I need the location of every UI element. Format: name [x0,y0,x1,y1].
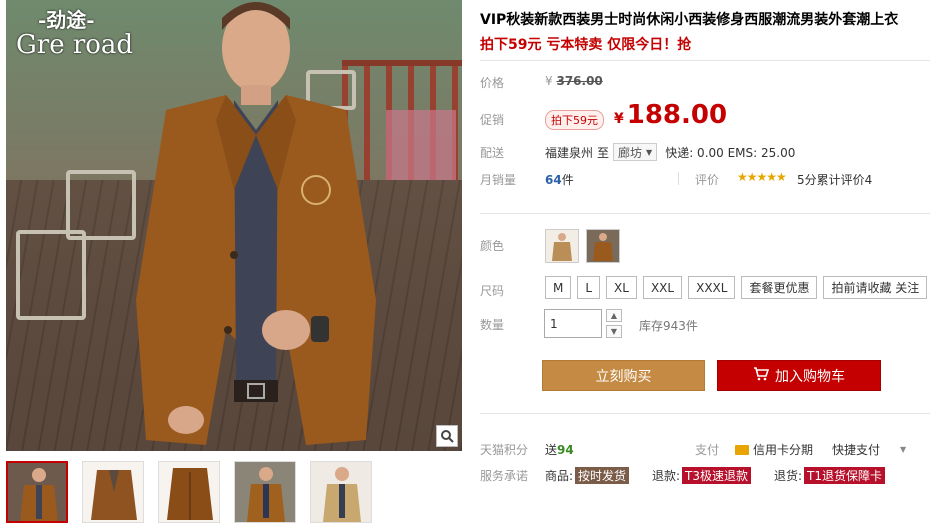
size-option[interactable]: 拍前请收藏 关注 [823,276,928,299]
brand-logo: -劲途- Gre road [16,8,134,60]
credit-card-installment[interactable]: 信用卡分期 [735,441,813,458]
main-product-image[interactable]: -劲途- Gre road [6,0,462,451]
rating-label: 评价 [695,173,720,187]
shipping-info: 福建泉州 至 廊坊 ▼ 快递: 0.00 EMS: 25.00 [545,143,795,161]
chevron-down-icon: ▼ [900,445,907,454]
size-options: M L XL XXL XXXL 套餐更优惠 拍前请收藏 关注 [545,276,928,299]
thumbnail-5[interactable] [310,461,372,523]
cart-icon [753,366,770,385]
payment-label: 支付 [695,443,720,457]
decrement-button[interactable]: ▼ [606,325,622,338]
thumbnail-1[interactable] [6,461,68,523]
promo-badge: 拍下59元 [545,110,604,130]
chevron-down-icon: ▼ [646,147,653,157]
product-title: VIP秋装新款西装男士时尚休闲小西装修身西服潮流男装外套潮上衣 [480,12,899,28]
buy-now-button[interactable]: 立刻购买 [542,360,705,391]
magnifier-icon[interactable] [436,425,458,447]
points-label: 天猫积分 [480,443,529,457]
increment-button[interactable]: ▲ [606,309,622,322]
rating-summary[interactable]: 5分累计评价4 [797,171,872,188]
model-figure [136,2,376,445]
size-option[interactable]: XL [606,276,637,299]
thumbnail-4[interactable] [234,461,296,523]
points-value: 送94 [545,443,574,457]
shipping-label: 配送 [480,146,505,160]
size-option[interactable]: XXL [642,276,683,299]
credit-card-icon [735,444,749,455]
add-to-cart-button[interactable]: 加入购物车 [717,360,881,391]
size-option[interactable]: XXXL [688,276,736,299]
stock-count: 库存943件 [639,319,698,333]
color-label: 颜色 [480,239,505,253]
monthly-sales: 64件 [545,173,574,187]
quantity-label: 数量 [480,318,505,332]
price-label: 价格 [480,76,505,90]
quantity-input[interactable] [544,309,602,338]
promo-label: 促销 [480,113,505,127]
promo-price: ¥188.00 [614,100,728,130]
size-label: 尺码 [480,284,505,298]
product-page: -劲途- Gre road VIP秋装新款西装男士时尚休闲小西装修身西服潮流男装… [0,0,930,527]
size-option[interactable]: M [545,276,572,299]
color-swatch-2[interactable] [586,229,620,263]
promise-item[interactable]: 退货: T1退货保障卡 [774,467,886,484]
color-swatch-1[interactable] [545,229,579,263]
promise-item[interactable]: 退款: T3极速退款 [652,467,752,484]
sales-label: 月销量 [480,173,517,187]
thumbnail-2[interactable] [82,461,144,523]
promise-label: 服务承诺 [480,469,529,483]
quick-pay[interactable]: 快捷支付 ▼ [832,441,906,458]
original-price: ¥ 376.00 [545,74,603,88]
thumbnail-3[interactable] [158,461,220,523]
city-select[interactable]: 廊坊 ▼ [613,143,658,161]
product-subtitle: 拍下59元 亏本特卖 仅限今日！抢 [480,37,692,53]
size-option[interactable]: 套餐更优惠 [741,276,818,299]
star-rating-icon: ★★★★★ [737,170,787,184]
promise-item[interactable]: 商品: 按时发货 [545,467,630,484]
thumbnail-strip [6,461,372,523]
size-option[interactable]: L [577,276,601,299]
